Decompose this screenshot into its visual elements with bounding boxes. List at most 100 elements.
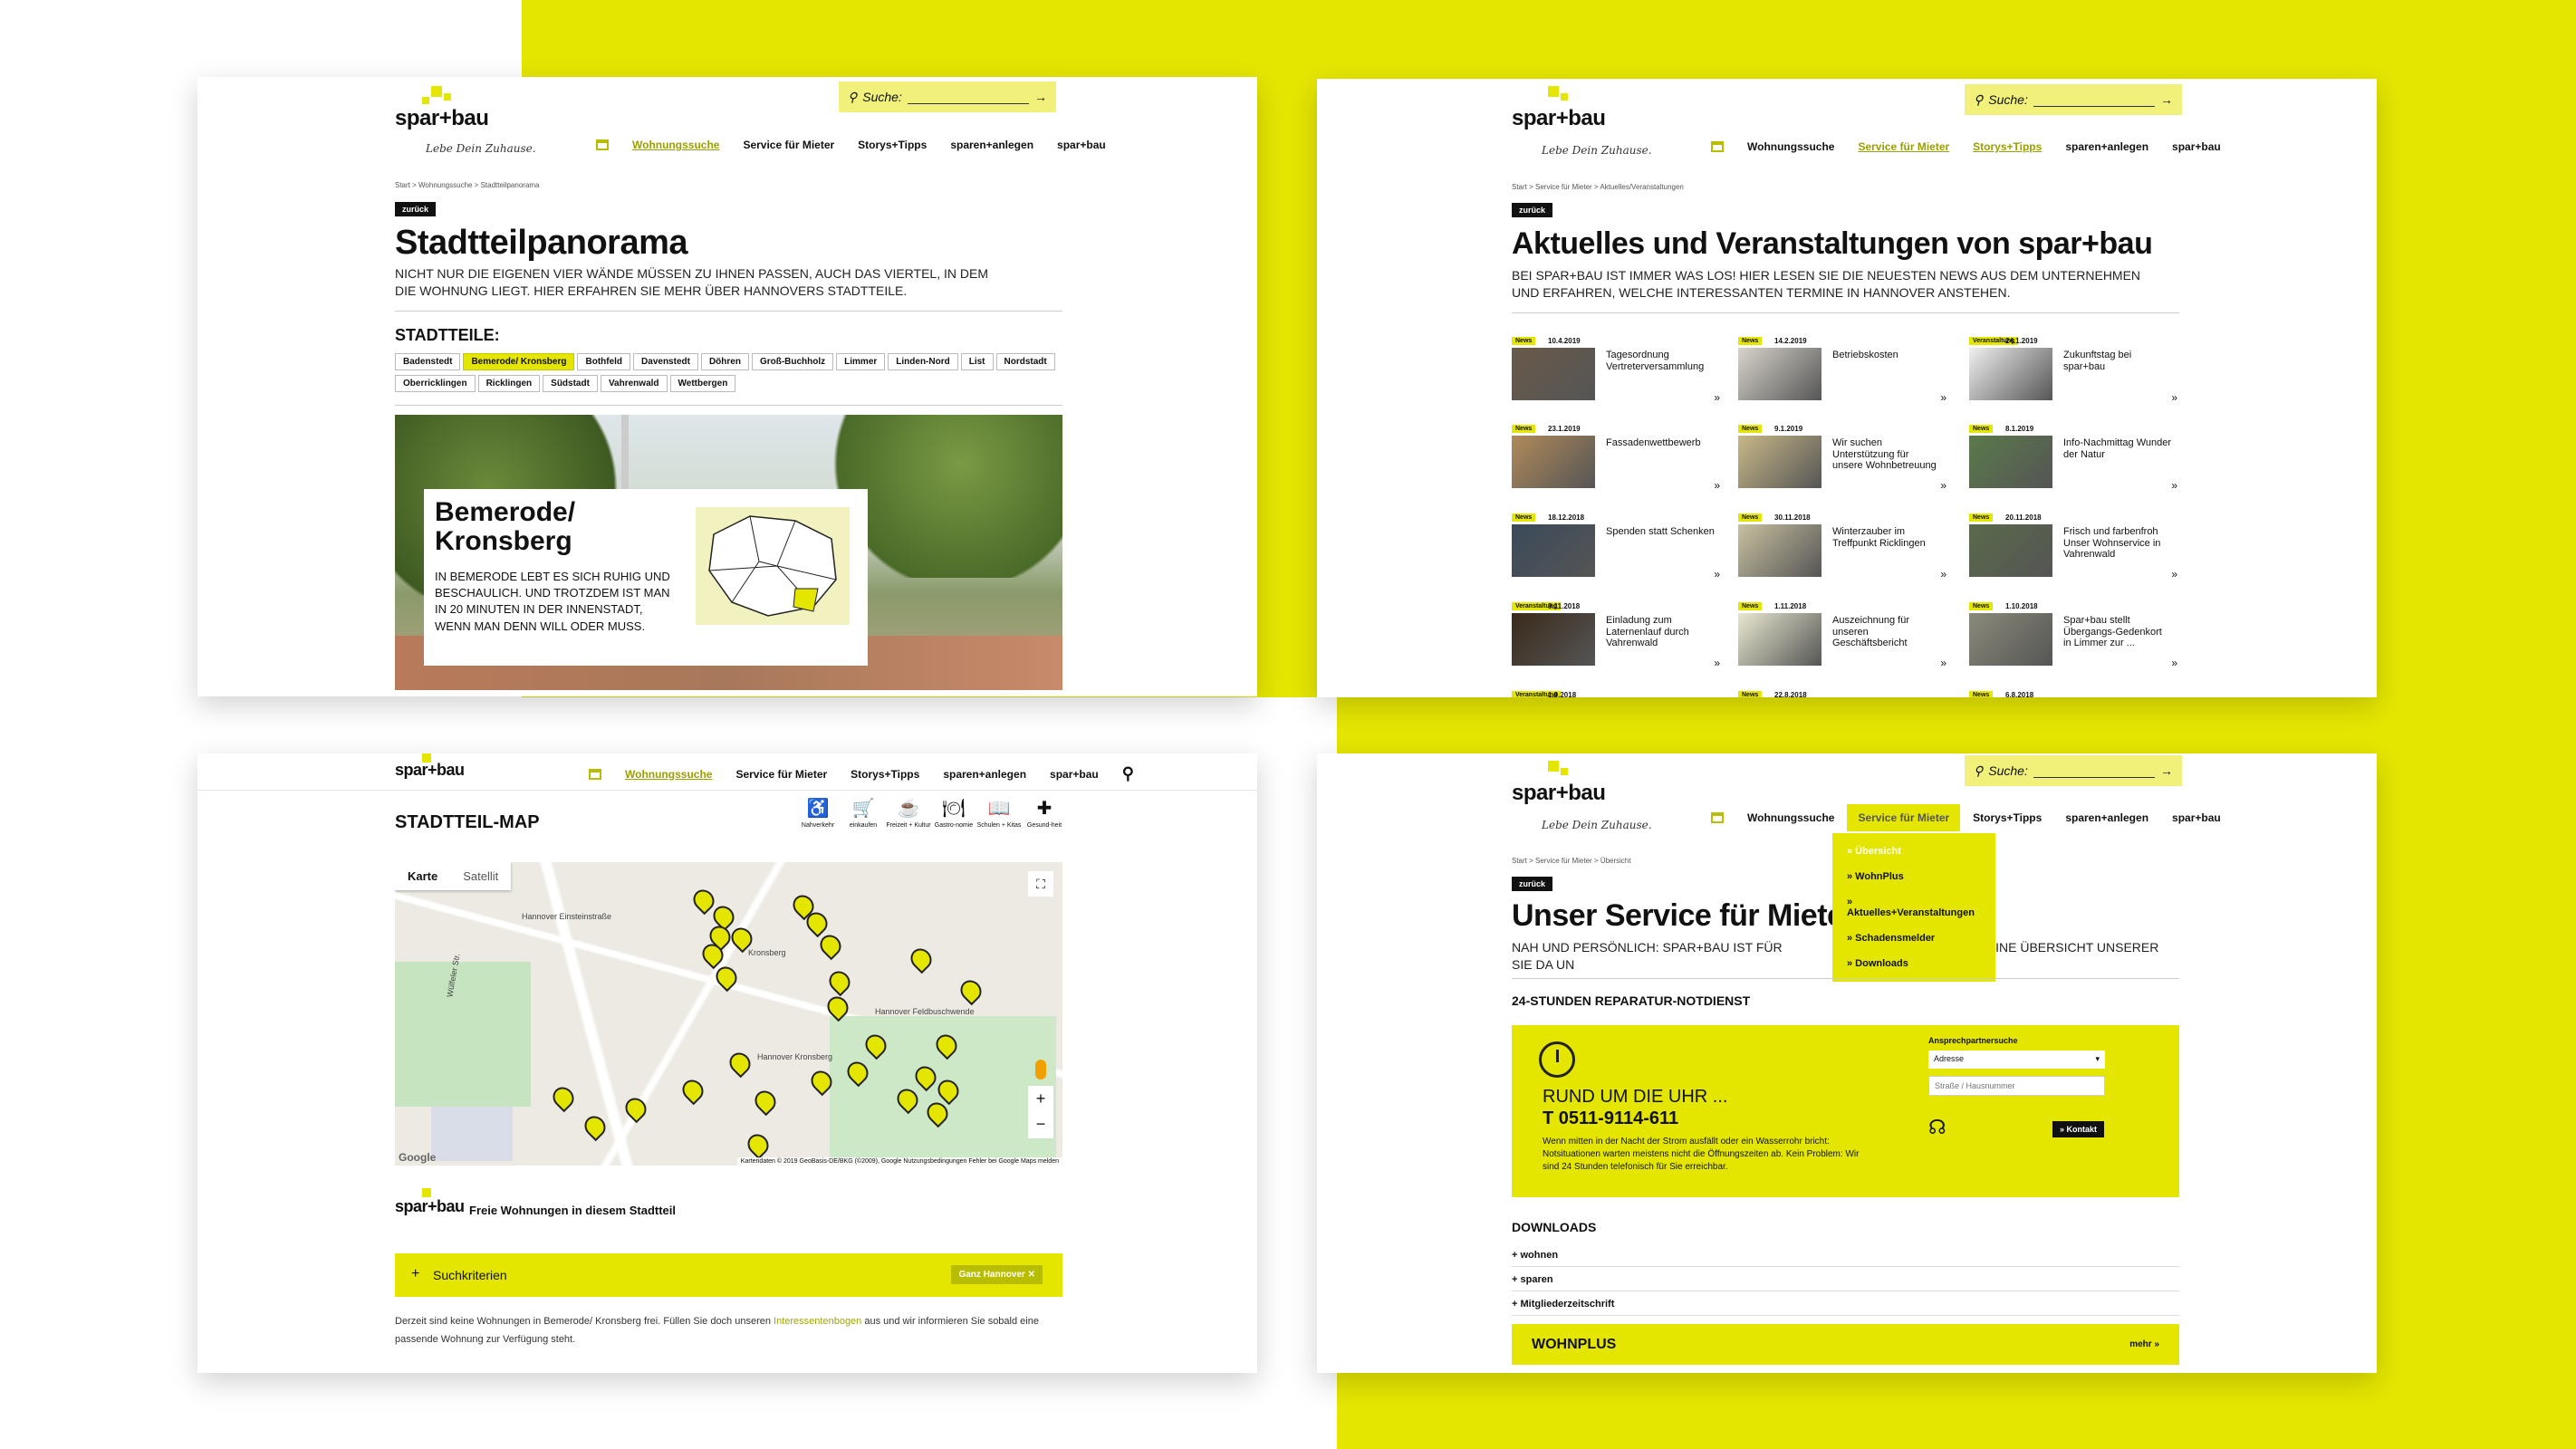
chevron-right-icon[interactable]: » xyxy=(1714,391,1720,404)
district-chip[interactable]: Badenstedt xyxy=(395,353,461,370)
nav-wohnungssuche[interactable]: Wohnungssuche xyxy=(1747,140,1834,153)
chevron-right-icon[interactable]: » xyxy=(1714,568,1720,581)
news-item[interactable]: News 9.1.2019 Wir suchen Unterstützung für… xyxy=(1738,425,1946,506)
chevron-right-icon[interactable]: » xyxy=(1714,479,1720,492)
news-thumbnail[interactable] xyxy=(1738,436,1821,488)
district-chip[interactable]: Bemerode/ Kronsberg xyxy=(463,353,575,370)
chevron-right-icon[interactable]: » xyxy=(1940,657,1946,669)
home-icon[interactable] xyxy=(589,768,601,780)
chevron-right-icon[interactable]: » xyxy=(1940,568,1946,581)
chevron-right-icon[interactable]: » xyxy=(2171,657,2177,669)
news-thumbnail[interactable] xyxy=(1969,348,2052,400)
address-select[interactable]: Adresse ▾ xyxy=(1928,1051,2105,1069)
news-thumbnail[interactable] xyxy=(1738,348,1821,400)
back-button[interactable]: zurück xyxy=(395,202,437,216)
breadcrumb[interactable]: Start > Service für Mieter > Aktuelles/V… xyxy=(1512,183,1684,191)
wohnplus-bar[interactable]: WOHNPLUS mehr » xyxy=(1512,1324,2179,1365)
district-chip[interactable]: Groß-Buchholz xyxy=(751,353,834,370)
news-title[interactable]: Tagesordnung Vertreterversammlung xyxy=(1606,350,1715,372)
back-button[interactable]: zurück xyxy=(1512,203,1553,217)
more-link[interactable]: mehr » xyxy=(2129,1339,2159,1349)
back-button[interactable]: zurück xyxy=(1512,877,1553,891)
district-chip[interactable]: Oberricklingen xyxy=(395,375,476,392)
download-item[interactable]: + sparen xyxy=(1512,1267,2179,1291)
nav-sparbau[interactable]: spar+bau xyxy=(2172,811,2221,824)
district-chip[interactable]: Bothfeld xyxy=(577,353,631,370)
news-title[interactable]: Fassadenwettbewerb xyxy=(1606,437,1715,449)
nav-storys[interactable]: Storys+Tipps xyxy=(858,139,927,151)
news-thumbnail[interactable] xyxy=(1969,436,2052,488)
nav-sparen[interactable]: sparen+anlegen xyxy=(2065,140,2148,153)
chevron-right-icon[interactable]: » xyxy=(1940,391,1946,404)
chevron-right-icon[interactable]: » xyxy=(2171,568,2177,581)
news-title[interactable]: Einladung zum Laternenlauf durch Vahrenw… xyxy=(1606,615,1715,649)
news-title[interactable]: Frisch und farbenfroh Unser Wohnservice … xyxy=(2063,526,2172,561)
district-chip[interactable]: List xyxy=(960,353,994,370)
news-item[interactable]: News 6.8.2018 xyxy=(1969,691,2177,697)
district-chip[interactable]: Döhren xyxy=(700,353,749,370)
news-item[interactable]: News 22.8.2018 xyxy=(1738,691,1946,697)
interest-form-link[interactable]: Interessentenbogen xyxy=(774,1316,861,1327)
category-3[interactable]: 🍽 Gastro-nomie xyxy=(931,799,976,830)
tab-satellit[interactable]: Satellit xyxy=(450,862,511,890)
tab-karte[interactable]: Karte xyxy=(395,862,450,890)
nav-sparbau[interactable]: spar+bau xyxy=(1057,139,1106,151)
filter-chip[interactable]: Ganz Hannover ✕ xyxy=(951,1265,1043,1284)
district-chip[interactable]: Linden-Nord xyxy=(888,353,958,370)
arrow-right-icon[interactable]: → xyxy=(2160,763,2173,778)
download-item[interactable]: + wohnen xyxy=(1512,1243,2179,1267)
home-icon[interactable] xyxy=(596,139,609,150)
district-chip[interactable]: Wettbergen xyxy=(669,375,736,392)
street-input[interactable] xyxy=(1928,1076,2105,1096)
news-title[interactable]: Spar+bau stellt Übergangs-Gedenkort in L… xyxy=(2063,615,2172,649)
breadcrumb[interactable]: Start > Wohnungssuche > Stadtteilpanoram… xyxy=(395,181,540,189)
logo[interactable]: spar+bau xyxy=(1512,86,1606,131)
nav-wohnungssuche[interactable]: Wohnungssuche xyxy=(1747,811,1834,824)
nav-wohnungssuche[interactable]: Wohnungssuche xyxy=(632,139,719,151)
nav-sparen[interactable]: sparen+anlegen xyxy=(2065,811,2148,824)
logo[interactable]: spar+bau xyxy=(395,753,465,780)
home-icon[interactable] xyxy=(1711,141,1724,152)
nav-sparen[interactable]: sparen+anlegen xyxy=(943,768,1026,781)
fullscreen-icon[interactable]: ⛶ xyxy=(1028,871,1053,897)
category-0[interactable]: ♿ Nahverkehr xyxy=(795,799,841,830)
nav-storys[interactable]: Storys+Tipps xyxy=(851,768,919,781)
dropdown-item[interactable]: » Schadensmelder xyxy=(1832,926,1995,951)
news-thumbnail[interactable] xyxy=(1512,613,1595,666)
street-view-icon[interactable] xyxy=(1035,1060,1046,1080)
dropdown-item[interactable]: » WohnPlus xyxy=(1832,864,1995,889)
news-item[interactable]: Veranstaltung 24.1.2019 Zukunftstag bei sp… xyxy=(1969,337,2177,418)
category-4[interactable]: 📖 Schulen + Kitas xyxy=(976,799,1022,830)
chevron-right-icon[interactable]: » xyxy=(1714,657,1720,669)
nav-storys[interactable]: Storys+Tipps xyxy=(1973,811,2042,824)
map[interactable]: Karte Satellit ⛶ + − Hannover Einsteinstr… xyxy=(395,862,1062,1166)
nav-service[interactable]: Service für Mieter xyxy=(735,768,827,781)
news-thumbnail[interactable] xyxy=(1512,348,1595,400)
district-chip[interactable]: Nordstadt xyxy=(995,353,1055,370)
news-title[interactable]: Zukunftstag bei spar+bau xyxy=(2063,350,2172,372)
download-item[interactable]: + Mitgliederzeitschrift xyxy=(1512,1291,2179,1316)
home-icon[interactable] xyxy=(1711,812,1724,823)
district-chip[interactable]: Vahrenwald xyxy=(600,375,668,392)
chevron-right-icon[interactable]: » xyxy=(2171,479,2177,492)
news-item[interactable]: Veranstaltung 9.11.2018 Einladung zum Late… xyxy=(1512,602,1720,684)
district-chip[interactable]: Südstadt xyxy=(543,375,598,392)
news-item[interactable]: News 1.10.2018 Spar+bau stellt Übergangs-G… xyxy=(1969,602,2177,684)
nav-wohnungssuche[interactable]: Wohnungssuche xyxy=(625,768,712,781)
search-input[interactable]: ⚲ Suche: → xyxy=(839,82,1056,112)
zoom-out-icon[interactable]: − xyxy=(1028,1111,1053,1137)
nav-service[interactable]: Service für Mieter xyxy=(1858,140,1949,153)
news-title[interactable]: Info-Nachmittag Wunder der Natur xyxy=(2063,437,2172,460)
zoom-in-icon[interactable]: + xyxy=(1028,1086,1053,1111)
arrow-right-icon[interactable]: → xyxy=(1034,90,1047,104)
arrow-right-icon[interactable]: → xyxy=(2160,92,2173,107)
nav-service[interactable]: Service für Mieter xyxy=(1847,804,1961,831)
logo[interactable]: spar+bau xyxy=(395,86,489,131)
news-item[interactable]: News 20.11.2018 Frisch und farbenfroh Unse… xyxy=(1969,513,2177,595)
breadcrumb[interactable]: Start > Service für Mieter > Übersicht xyxy=(1512,857,1631,865)
news-title[interactable]: Auszeichnung für unseren Geschäftsberich… xyxy=(1832,615,1941,649)
news-title[interactable]: Spenden statt Schenken xyxy=(1606,526,1715,538)
logo[interactable]: spar+bau xyxy=(1512,761,1606,806)
map-attribution[interactable]: Kartendaten © 2019 GeoBasis-DE/BKG (©200… xyxy=(736,1157,1062,1166)
news-item[interactable]: News 10.4.2019 Tagesordnung Vertreterversa… xyxy=(1512,337,1720,418)
